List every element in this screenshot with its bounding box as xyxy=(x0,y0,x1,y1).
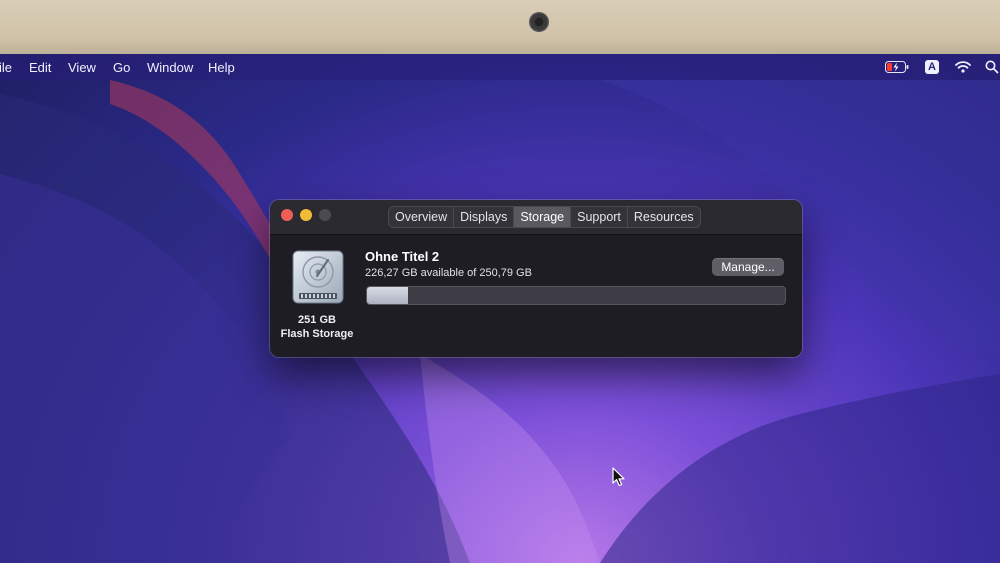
minimize-button[interactable] xyxy=(300,209,312,221)
storage-pane: 251 GB Flash Storage Ohne Titel 2 226,27… xyxy=(270,235,802,357)
manage-button[interactable]: Manage... xyxy=(712,258,784,276)
mouse-pointer-icon xyxy=(612,467,625,487)
menu-go[interactable]: Go xyxy=(113,60,130,75)
window-titlebar: Overview Displays Storage Support Resour… xyxy=(270,200,802,235)
menu-view[interactable]: View xyxy=(68,60,96,75)
zoom-button[interactable] xyxy=(319,209,331,221)
wifi-icon[interactable] xyxy=(955,59,971,75)
tab-bar: Overview Displays Storage Support Resour… xyxy=(388,206,701,228)
volume-name: Ohne Titel 2 xyxy=(365,249,440,264)
tab-support[interactable]: Support xyxy=(571,207,628,227)
desktop: ile Edit View Go Window Help A Overview … xyxy=(0,54,1000,563)
tab-storage[interactable]: Storage xyxy=(514,207,572,227)
menu-bar: ile Edit View Go Window Help A xyxy=(0,54,1000,80)
menu-window[interactable]: Window xyxy=(147,60,193,75)
disk-capacity: 251 GB xyxy=(298,314,336,326)
battery-charging-icon[interactable] xyxy=(885,59,909,75)
about-this-mac-window: Overview Displays Storage Support Resour… xyxy=(270,200,802,357)
menu-help[interactable]: Help xyxy=(208,60,235,75)
close-button[interactable] xyxy=(281,209,293,221)
disk-type: Flash Storage xyxy=(280,328,354,340)
menu-file[interactable]: ile xyxy=(0,60,12,75)
storage-usage-fill xyxy=(367,287,408,304)
spotlight-search-icon[interactable] xyxy=(985,59,999,75)
tab-resources[interactable]: Resources xyxy=(628,207,700,227)
tab-displays[interactable]: Displays xyxy=(454,207,515,227)
input-source-icon[interactable]: A xyxy=(925,60,939,74)
input-source-letter: A xyxy=(928,61,936,73)
storage-usage-bar xyxy=(366,286,786,305)
laptop-bezel xyxy=(0,0,1000,56)
webcam xyxy=(529,12,549,32)
volume-availability: 226,27 GB available of 250,79 GB xyxy=(365,267,532,279)
hard-drive-icon xyxy=(292,250,344,304)
menu-edit[interactable]: Edit xyxy=(29,60,51,75)
tab-overview[interactable]: Overview xyxy=(389,207,455,227)
